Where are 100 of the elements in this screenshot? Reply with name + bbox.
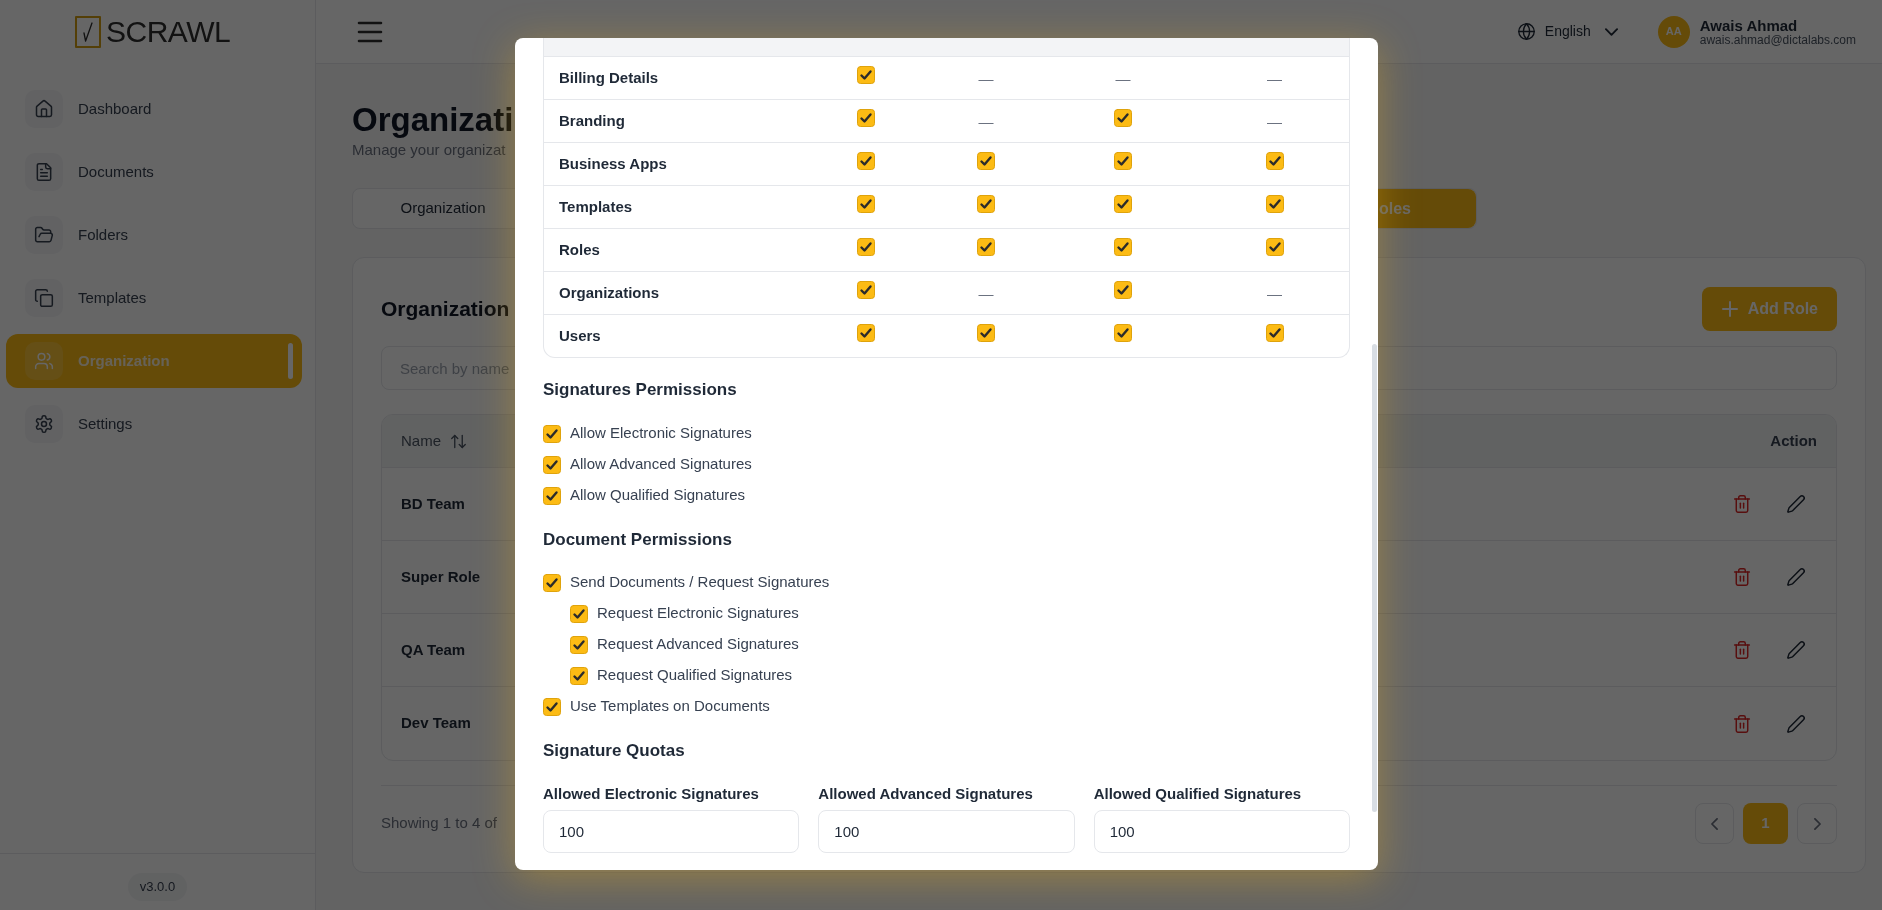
number-field[interactable]: 100 [1093,810,1350,853]
table-cell-text: BD Team [401,493,465,514]
table-cell-text: Organizations [558,282,659,303]
active-indicator [288,343,293,379]
checkbox-label: Send Documents / Request Signatures [570,572,830,593]
chevron-left-icon [1711,817,1718,830]
checkbox-label: Request Electronic Signatures [597,603,799,624]
sort-icon [451,433,466,449]
dash: — [1267,70,1282,86]
checkbox[interactable] [857,324,875,342]
dash: — [978,285,994,301]
dash: — [1267,285,1282,301]
plus-icon [1721,301,1738,317]
logo-text: SCRAWL [106,17,231,47]
dash: — [1267,113,1282,129]
table-cell-text: QA Team [401,639,466,660]
avatar: AA [1657,15,1690,48]
sidebar-item[interactable]: Documents [6,145,302,199]
checkbox[interactable] [857,66,875,84]
field-label: Allowed Electronic Signatures [543,784,759,804]
checkbox[interactable] [857,195,875,213]
checkbox[interactable] [1114,152,1132,170]
section-title: Signatures Permissions [543,379,737,401]
checkbox[interactable] [543,697,561,716]
checkbox[interactable] [1114,109,1132,127]
chevron-right-icon [1813,817,1821,830]
table-cell-text: Roles [558,239,600,260]
table-cell-text: Branding [558,110,625,131]
checkbox[interactable] [977,324,995,342]
checkbox[interactable] [977,195,995,213]
field-label: Allowed Advanced Signatures [818,784,1033,804]
checkbox-label: Use Templates on Documents [570,696,770,717]
checkbox[interactable] [543,573,561,592]
sidebar-item[interactable]: Dashboard [6,82,302,136]
checkbox[interactable] [1265,324,1284,342]
number-field[interactable]: 100 [543,810,800,853]
table-cell-text: Super Role [401,566,481,587]
page-title: Organizati [352,100,514,140]
pencil-icon[interactable] [1787,714,1805,733]
checkbox[interactable] [1265,238,1284,256]
checkbox[interactable] [857,281,875,299]
tab[interactable]: Organization [353,189,533,228]
section-title: Document Permissions [543,529,732,551]
sidebar-item[interactable]: Folders [6,208,302,262]
table-cell-text: Dev Team [401,713,471,734]
number-field[interactable]: 100 [818,810,1075,853]
column-header[interactable]: Name [401,429,466,453]
table-cell-text: Templates [558,196,633,217]
trash-icon[interactable] [1733,568,1751,586]
table-cell-text: Business Apps [558,153,667,174]
trash-icon[interactable] [1733,641,1751,659]
checkbox[interactable] [857,109,875,127]
dash: — [978,113,994,129]
home-icon [25,90,63,128]
user-name: Awais Ahmad [1699,16,1799,34]
table-cell-text: Billing Details [558,67,659,88]
copy-icon [25,279,63,317]
folder-icon [25,216,63,254]
language-selector[interactable]: English [1517,21,1618,42]
chevron-down-icon [1604,27,1618,36]
checkbox[interactable] [1114,324,1132,342]
checkbox[interactable] [1265,152,1284,170]
checkbox-label: Request Advanced Signatures [597,634,799,655]
checkbox[interactable] [977,238,995,256]
pencil-icon[interactable] [1787,495,1805,513]
trash-icon[interactable] [1733,495,1751,513]
checkbox[interactable] [1114,195,1132,213]
sidebar-item[interactable]: Settings [6,397,302,451]
document-icon [25,153,63,191]
checkbox[interactable] [570,635,588,654]
menu-icon[interactable] [357,20,383,43]
pencil-icon[interactable] [1787,568,1805,586]
checkbox[interactable] [570,604,588,623]
table-cell-text: Users [558,325,601,346]
checkbox[interactable] [1114,281,1132,299]
pencil-icon[interactable] [1787,641,1805,659]
dash: — [1115,70,1131,86]
sidebar-item[interactable]: Templates [6,271,302,325]
checkbox[interactable] [543,455,561,474]
checkbox[interactable] [543,424,561,443]
column-header: Action [1770,430,1817,451]
checkbox[interactable] [570,666,588,685]
gear-icon [25,405,63,443]
page-subtitle: Manage your organizat [352,140,506,160]
checkbox[interactable] [1114,238,1132,256]
field-label: Allowed Qualified Signatures [1093,784,1302,804]
card-title: Organization [381,296,510,323]
checkbox-label: Allow Advanced Signatures [570,454,752,475]
checkbox[interactable] [543,486,561,505]
checkbox[interactable] [1265,195,1284,213]
version-badge: v3.0.0 [127,872,188,901]
scrollbar[interactable] [1372,344,1377,812]
dash: — [978,70,994,86]
checkbox[interactable] [857,238,875,256]
checkbox[interactable] [977,152,995,170]
checkbox-label: Allow Electronic Signatures [570,423,752,444]
trash-icon[interactable] [1733,714,1751,733]
checkbox[interactable] [857,152,875,170]
checkbox-label: Request Qualified Signatures [597,665,793,686]
user-email: awais.ahmad@dictalabs.com [1699,33,1856,47]
